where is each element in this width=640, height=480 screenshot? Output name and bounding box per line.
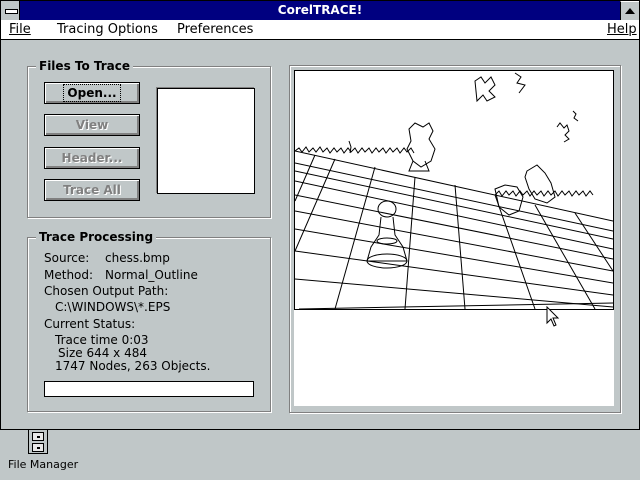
current-status-label: Current Status:	[44, 317, 136, 331]
status-size: Size 644 x 484	[58, 346, 147, 360]
system-menu-icon[interactable]	[1, 1, 20, 20]
files-to-trace-title: Files To Trace	[36, 59, 134, 73]
file-list-box[interactable]	[157, 88, 255, 194]
window-title: CorelTRACE!	[277, 3, 363, 17]
status-nodes-objects: 1747 Nodes, 263 Objects.	[55, 359, 211, 373]
header-button[interactable]: Header...	[44, 147, 140, 169]
trace-preview-frame	[289, 65, 621, 413]
file-cabinet-icon	[28, 428, 48, 454]
open-button[interactable]: Open...	[44, 82, 140, 104]
output-path-label: Chosen Output Path:	[44, 284, 169, 298]
source-value: chess.bmp	[105, 251, 170, 265]
source-label: Source:	[44, 251, 90, 265]
trace-progress-bar	[44, 381, 254, 397]
method-label: Method:	[44, 268, 94, 282]
trace-preview-blank	[294, 310, 614, 406]
file-manager-shortcut[interactable]: File Manager	[8, 428, 78, 476]
menu-tracing-options[interactable]: Tracing Options	[57, 22, 158, 37]
output-path-value: C:\WINDOWS\*.EPS	[55, 300, 171, 314]
file-manager-label: File Manager	[8, 458, 79, 471]
trace-all-button[interactable]: Trace All	[44, 179, 140, 201]
coreltrace-window: CorelTRACE! File Tracing Options Prefere…	[0, 0, 640, 430]
maximize-icon[interactable]	[620, 1, 639, 20]
method-value: Normal_Outline	[105, 268, 198, 282]
title-bar[interactable]: CorelTRACE!	[1, 1, 639, 20]
menu-help[interactable]: Help	[607, 22, 637, 37]
menu-preferences[interactable]: Preferences	[177, 22, 253, 37]
trace-preview-canvas	[294, 70, 614, 310]
trace-processing-title: Trace Processing	[36, 230, 157, 244]
files-to-trace-group: Files To Trace Open... View Header... Tr…	[27, 59, 271, 218]
menu-file[interactable]: File	[9, 22, 31, 37]
status-trace-time: Trace time 0:03	[55, 333, 149, 347]
menu-bar: File Tracing Options Preferences Help	[1, 20, 639, 40]
view-button[interactable]: View	[44, 114, 140, 136]
mouse-pointer-icon	[546, 306, 560, 327]
chess-trace-drawing	[294, 72, 614, 310]
